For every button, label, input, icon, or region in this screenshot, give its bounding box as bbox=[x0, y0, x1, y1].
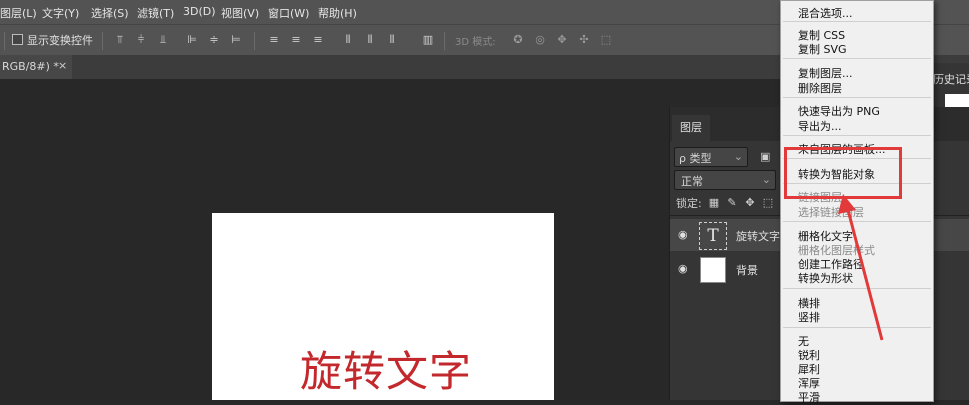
menu-item-antialias-smooth[interactable]: 平滑 bbox=[798, 389, 820, 405]
lock-label: 锁定: bbox=[676, 197, 702, 210]
menu-item-duplicate-layer[interactable]: 复制图层... bbox=[798, 65, 853, 81]
3d-slide-icon[interactable]: ✣ bbox=[578, 34, 590, 46]
distribute-left-icon[interactable]: ⦀ bbox=[342, 34, 354, 46]
separator bbox=[4, 32, 5, 50]
menu-view[interactable]: 视图(V) bbox=[221, 5, 259, 21]
align-hcenter-icon[interactable]: ≑ bbox=[208, 34, 220, 46]
type-layer-thumb: T bbox=[699, 222, 727, 250]
annotation-arrow-head bbox=[838, 194, 856, 214]
distribute-bottom-icon[interactable]: ≡ bbox=[312, 34, 324, 46]
close-icon[interactable]: × bbox=[58, 55, 67, 77]
menu-item-vertical[interactable]: 竖排 bbox=[798, 309, 820, 325]
separator bbox=[444, 32, 445, 50]
lock-artboard-icon[interactable]: ⬚ bbox=[762, 197, 774, 209]
show-transform-checkbox[interactable] bbox=[12, 34, 23, 45]
3d-mode-label: 3D 模式: bbox=[455, 37, 496, 48]
distribute-vcenter-icon[interactable]: ≡ bbox=[290, 34, 302, 46]
align-vcenter-icon[interactable]: ⫩ bbox=[135, 34, 147, 46]
layer-filter-select[interactable]: ρ 类型 ⌄ bbox=[674, 147, 748, 167]
auto-align-icon[interactable]: ▥ bbox=[422, 34, 434, 46]
annotation-arrow bbox=[838, 194, 884, 341]
layer-filter-label: ρ 类型 bbox=[679, 152, 712, 165]
menu-separator bbox=[783, 97, 931, 98]
menu-help[interactable]: 帮助(H) bbox=[318, 5, 357, 21]
separator bbox=[254, 32, 255, 50]
history-tab[interactable]: 历史记录 bbox=[933, 71, 969, 87]
menu-layer[interactable]: 图层(L) bbox=[0, 5, 37, 21]
menu-item-copy-svg[interactable]: 复制 SVG bbox=[798, 41, 847, 57]
menu-separator bbox=[783, 21, 931, 22]
distribute-top-icon[interactable]: ≡ bbox=[268, 34, 280, 46]
3d-scale-icon[interactable]: ⬚ bbox=[600, 34, 612, 46]
layer-name[interactable]: 背景 bbox=[736, 262, 758, 278]
align-left-icon[interactable]: ⊫ bbox=[186, 34, 198, 46]
align-top-icon[interactable]: ⫪ bbox=[114, 34, 126, 46]
blend-mode-select[interactable]: 正常 ⌄ bbox=[674, 170, 776, 190]
canvas-text[interactable]: 旋转文字 bbox=[300, 338, 472, 399]
menu-item-blending-options[interactable]: 混合选项... bbox=[798, 5, 853, 21]
align-bottom-icon[interactable]: ⫫ bbox=[157, 34, 169, 46]
chevron-down-icon: ⌄ bbox=[761, 173, 771, 186]
menu-item-quick-export-png[interactable]: 快速导出为 PNG bbox=[798, 103, 880, 119]
distribute-hcenter-icon[interactable]: ⦀ bbox=[364, 34, 376, 46]
tab-layers[interactable]: 图层 bbox=[672, 115, 710, 141]
layer-name[interactable]: 旋转文字 bbox=[736, 228, 780, 244]
annotation-arrow-shaft bbox=[845, 205, 884, 341]
menu-filter[interactable]: 滤镜(T) bbox=[137, 5, 174, 21]
lock-paint-icon[interactable]: ✎ bbox=[726, 197, 738, 209]
menu-window[interactable]: 窗口(W) bbox=[268, 5, 309, 21]
lock-move-icon[interactable]: ✥ bbox=[744, 197, 756, 209]
chevron-down-icon: ⌄ bbox=[733, 150, 743, 163]
menu-item-export-as[interactable]: 导出为... bbox=[798, 118, 842, 134]
background-layer-thumb bbox=[700, 257, 726, 283]
3d-orbit-icon[interactable]: ✪ bbox=[512, 34, 524, 46]
distribute-right-icon[interactable]: ⦀ bbox=[386, 34, 398, 46]
menu-type[interactable]: 文字(Y) bbox=[42, 5, 79, 21]
document-tab-title: RGB/8#) * bbox=[2, 60, 59, 73]
show-transform-label: 显示变换控件 bbox=[27, 34, 93, 47]
visibility-eye-icon[interactable]: ◉ bbox=[678, 228, 688, 241]
align-right-icon[interactable]: ⊨ bbox=[230, 34, 242, 46]
lock-transparent-icon[interactable]: ▦ bbox=[708, 197, 720, 209]
menu-select[interactable]: 选择(S) bbox=[91, 5, 129, 21]
menu-separator bbox=[783, 135, 931, 136]
blend-mode-value: 正常 bbox=[681, 175, 703, 188]
menu-3d[interactable]: 3D(D) bbox=[183, 5, 216, 18]
3d-roll-icon[interactable]: ◎ bbox=[534, 34, 546, 46]
document-tab[interactable]: RGB/8#) * × bbox=[0, 55, 72, 79]
visibility-eye-icon[interactable]: ◉ bbox=[678, 262, 688, 275]
3d-pan-icon[interactable]: ✥ bbox=[556, 34, 568, 46]
image-filter-icon[interactable]: ▣ bbox=[760, 150, 770, 163]
menu-separator bbox=[783, 58, 931, 59]
menu-item-delete-layer[interactable]: 删除图层 bbox=[798, 80, 842, 96]
separator bbox=[102, 32, 103, 50]
